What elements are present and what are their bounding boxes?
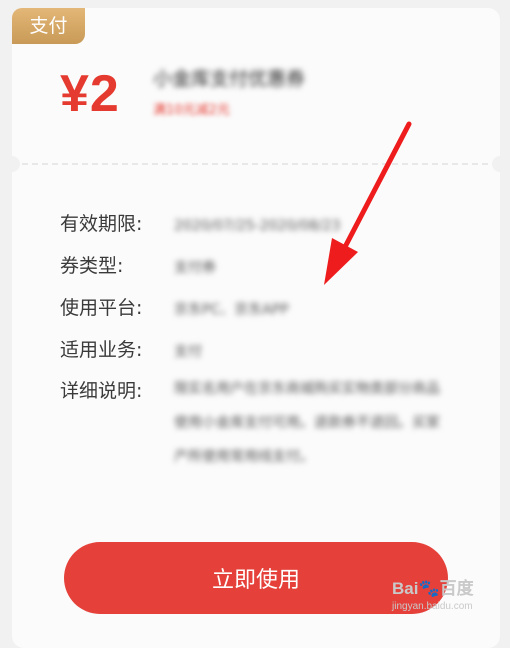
use-now-button[interactable]: 立即使用 (64, 542, 448, 614)
business-value: 支付 (174, 344, 202, 360)
card-notch-right (492, 156, 508, 172)
watermark-url: jingyan.baidu.com (392, 601, 473, 612)
coupon-price: ¥2 (60, 65, 120, 123)
platform-value: 京东PC、京东APP (174, 302, 289, 318)
coupon-condition: 满10元减2元 (153, 103, 230, 118)
business-label: 适用业务: (60, 339, 143, 361)
description-value: 限实名用户在京东商城购买实物类部分商品使用小金库支付可用。退款券不退回。买家产所… (174, 381, 440, 465)
baidu-watermark: Bai🐾百度 jingyan.baidu.com (392, 574, 504, 624)
validity-value: 2020/07/25-2020/08/23 (174, 218, 341, 234)
platform-label: 使用平台: (60, 297, 143, 319)
coupon-type-value: 支付券 (174, 260, 216, 276)
description-label: 详细说明: (60, 380, 143, 402)
dashed-divider (22, 163, 488, 165)
coupon-name: 小金库支付优惠券 (153, 68, 306, 90)
card-notch-left (4, 156, 20, 172)
coupon-type-label: 券类型: (60, 255, 124, 277)
baidu-logo: Bai🐾百度 (392, 579, 474, 598)
payment-badge: 支付 (12, 8, 85, 44)
validity-label: 有效期限: (60, 213, 143, 235)
